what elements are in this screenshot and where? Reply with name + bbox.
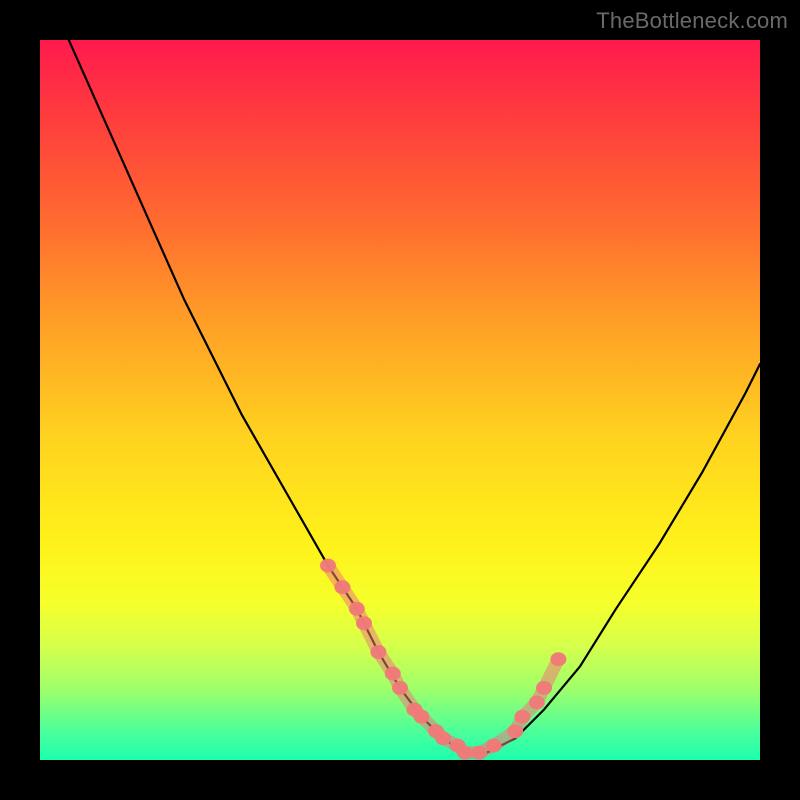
curve-marker [320,559,336,573]
chart-frame: TheBottleneck.com [0,0,800,800]
curve-marker [529,695,545,709]
curve-marker [507,724,523,738]
bottleneck-curve [69,40,760,753]
curve-marker [356,616,372,630]
curve-marker [471,746,487,760]
curve-marker [514,710,530,724]
plot-area [40,40,760,760]
curve-marker [435,731,451,745]
curve-marker [385,667,401,681]
curve-marker [457,746,473,760]
curve-marker [550,652,566,666]
curve-marker [392,681,408,695]
curve-marker [349,602,365,616]
curve-marker [414,710,430,724]
curve-markers [320,559,566,760]
curve-marker [334,580,350,594]
watermark-text: TheBottleneck.com [596,8,788,34]
curve-marker [486,739,502,753]
chart-overlay [40,40,760,760]
curve-marker [370,645,386,659]
curve-marker [536,681,552,695]
